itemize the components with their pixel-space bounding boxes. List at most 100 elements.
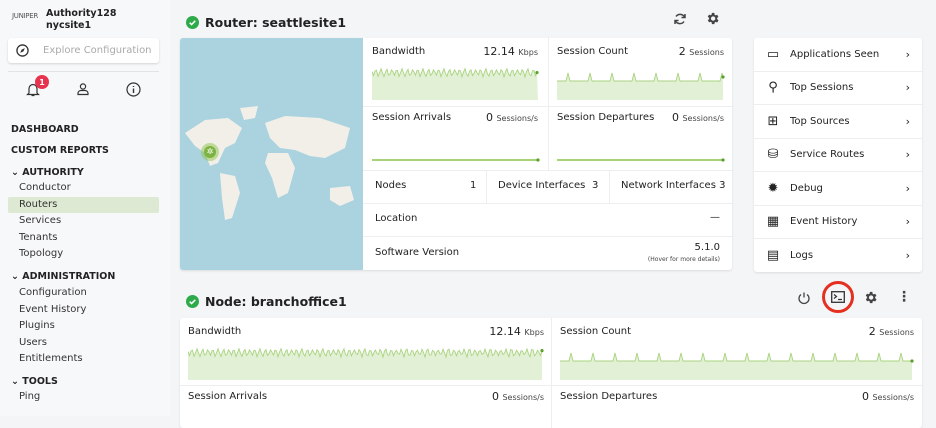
nav-users[interactable]: Users <box>8 335 159 351</box>
nav-administration-header[interactable]: ⌄ ADMINISTRATION <box>11 271 115 282</box>
nav-configuration[interactable]: Configuration <box>8 285 159 301</box>
menu-item-event-history[interactable]: ▦ Event History › <box>754 206 922 239</box>
divider <box>548 38 549 170</box>
session-arrivals-unit: Sessions/s <box>496 114 538 123</box>
node-session-count-label: Session Count <box>560 326 632 337</box>
location-label: Location <box>375 213 418 224</box>
bandwidth-unit: Kbps <box>518 48 538 57</box>
chart-last-point <box>721 75 725 79</box>
node-session-arrivals-label: Session Arrivals <box>188 391 268 402</box>
more-options-icon[interactable]: ⋮ <box>895 288 913 306</box>
nav-conductor[interactable]: Conductor <box>8 180 159 196</box>
nav-custom-reports[interactable]: CUSTOM REPORTS <box>11 145 109 156</box>
chevron-right-icon: › <box>905 249 910 263</box>
router-session-arrivals-chart[interactable] <box>372 138 540 164</box>
nav-routers[interactable]: Routers <box>8 197 159 213</box>
menu-item-service-routes[interactable]: ⛁ Service Routes › <box>754 139 922 172</box>
node-session-departures-unit: Sessions/s <box>872 393 914 402</box>
node-title: Node: branchoffice1 <box>186 294 347 309</box>
nav-tools-header[interactable]: ⌄ TOOLS <box>11 376 58 387</box>
nav-dashboard[interactable]: DASHBOARD <box>11 124 79 135</box>
terminal-icon <box>831 291 845 303</box>
menu-item-top-sessions[interactable]: ⚲ Top Sessions › <box>754 72 922 105</box>
power-icon[interactable] <box>795 289 813 307</box>
node-session-count-value: 2 Sessions <box>869 325 914 338</box>
authority-info: Authority128 nycsite1 <box>46 8 116 32</box>
nav-topology[interactable]: Topology <box>8 246 159 262</box>
divider <box>363 236 732 237</box>
chart-area <box>557 73 723 100</box>
settings-icon[interactable] <box>703 9 721 27</box>
menu-item-logs[interactable]: ▤ Logs › <box>754 239 922 273</box>
node-bandwidth-chart[interactable] <box>188 344 544 380</box>
divider <box>551 318 552 428</box>
menu-item-label: Event History <box>790 216 858 228</box>
check-circle-icon <box>186 16 199 29</box>
router-title: Router: seattlesite1 <box>186 15 346 30</box>
session-count-label: Session Count <box>557 46 629 57</box>
menu-item-label: Top Sessions <box>790 82 854 94</box>
divider <box>180 385 922 386</box>
node-session-departures-number: 0 <box>861 390 869 403</box>
refresh-icon[interactable] <box>671 10 689 28</box>
menu-item-label: Debug <box>790 182 823 194</box>
user-icon[interactable] <box>74 80 92 98</box>
nav-authority-header[interactable]: ⌄ AUTHORITY <box>11 167 84 178</box>
chevron-down-icon: ⌄ <box>11 376 23 387</box>
router-map[interactable]: ✲ <box>180 38 363 270</box>
divider <box>363 203 732 204</box>
menu-item-applications-seen[interactable]: ▭ Applications Seen › <box>754 38 922 72</box>
menu-item-debug[interactable]: ✹ Debug › <box>754 172 922 206</box>
session-arrivals-number: 0 <box>485 111 493 124</box>
network-interfaces-label: Network Interfaces <box>621 180 716 191</box>
service-routes-icon: ⛁ <box>767 147 779 163</box>
terminal-button[interactable] <box>822 281 854 313</box>
chevron-right-icon: › <box>905 215 910 229</box>
menu-item-label: Service Routes <box>790 149 865 161</box>
nav-tools-label: TOOLS <box>22 376 58 387</box>
session-departures-number: 0 <box>671 111 679 124</box>
location-value: — <box>710 212 720 223</box>
nav-entitlements[interactable]: Entitlements <box>8 351 159 367</box>
software-version-hint: (Hover for more details) <box>647 256 720 263</box>
menu-item-label: Top Sources <box>790 115 850 127</box>
chevron-down-icon: ⌄ <box>11 167 23 178</box>
chart-line <box>560 352 912 362</box>
chart-last-point <box>540 349 544 353</box>
router-bandwidth-chart[interactable] <box>372 64 540 100</box>
info-icon[interactable] <box>124 80 142 98</box>
notification-badge: 1 <box>35 75 49 89</box>
nav-services[interactable]: Services <box>8 213 159 229</box>
chart-last-point <box>536 158 540 162</box>
explore-configuration-input[interactable]: Explore Configuration <box>8 38 159 63</box>
top-sources-icon: ⊞ <box>767 113 779 129</box>
menu-item-label: Logs <box>790 250 814 262</box>
node-session-count-chart[interactable] <box>560 344 914 380</box>
divider <box>363 106 732 107</box>
divider <box>8 71 159 72</box>
nav-authority-label: AUTHORITY <box>22 167 84 178</box>
router-session-departures-chart[interactable] <box>557 138 725 164</box>
software-version-value[interactable]: 5.1.0 <box>695 242 720 253</box>
nodes-value: 1 <box>470 180 477 191</box>
chart-last-point <box>721 158 725 162</box>
session-count-unit: Sessions <box>689 48 724 57</box>
nav-ping[interactable]: Ping <box>8 389 159 405</box>
router-location-marker[interactable]: ✲ <box>201 143 219 161</box>
node-session-count-unit: Sessions <box>879 328 914 337</box>
chart-last-point <box>535 70 539 75</box>
nav-tenants[interactable]: Tenants <box>8 230 159 246</box>
nav-administration-label: ADMINISTRATION <box>22 271 116 282</box>
top-sessions-icon: ⚲ <box>768 80 778 96</box>
sidebar: JUNIPER Authority128 nycsite1 Explore Con… <box>0 0 170 416</box>
menu-item-top-sources[interactable]: ⊞ Top Sources › <box>754 105 922 139</box>
node-settings-icon[interactable] <box>861 288 879 306</box>
chevron-right-icon: › <box>905 114 910 128</box>
bandwidth-value: 12.14 Kbps <box>483 45 538 58</box>
session-departures-unit: Sessions/s <box>682 114 724 123</box>
chart-line <box>557 72 724 82</box>
authority-name: Authority128 <box>46 8 117 19</box>
nav-plugins[interactable]: Plugins <box>8 318 159 334</box>
router-session-count-chart[interactable] <box>557 64 725 100</box>
nav-event-history[interactable]: Event History <box>8 302 159 318</box>
